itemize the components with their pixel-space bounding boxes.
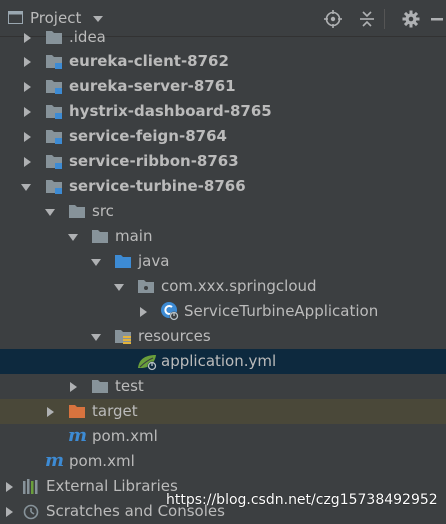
module-folder-icon bbox=[46, 180, 62, 194]
chevron-right-icon[interactable] bbox=[22, 157, 32, 167]
tree-label: eureka-client-8762 bbox=[69, 52, 229, 70]
tree-label: service-feign-8764 bbox=[69, 127, 227, 145]
tree-label: hystrix-dashboard-8765 bbox=[69, 102, 272, 120]
module-folder-icon bbox=[46, 130, 62, 144]
tree-row-package[interactable]: com.xxx.springcloud bbox=[0, 274, 446, 299]
tree-label: service-turbine-8766 bbox=[69, 177, 246, 195]
chevron-down-icon[interactable] bbox=[91, 257, 101, 267]
chevron-right-icon[interactable] bbox=[138, 307, 148, 317]
folder-icon bbox=[92, 230, 108, 243]
tree-row-application-yml[interactable]: application.yml bbox=[0, 349, 446, 374]
chevron-right-icon[interactable] bbox=[22, 82, 32, 92]
chevron-right-icon[interactable] bbox=[22, 132, 32, 142]
tree-row-eureka-client[interactable]: eureka-client-8762 bbox=[0, 49, 446, 74]
tree-row-main[interactable]: main bbox=[0, 224, 446, 249]
tree-row-app-class[interactable]: ServiceTurbineApplication bbox=[0, 299, 446, 324]
resources-folder-icon bbox=[115, 330, 131, 344]
source-folder-icon bbox=[115, 255, 131, 268]
tree-row-service-ribbon[interactable]: service-ribbon-8763 bbox=[0, 149, 446, 174]
chevron-down-icon[interactable] bbox=[45, 207, 55, 217]
tree-row-resources[interactable]: resources bbox=[0, 324, 446, 349]
module-folder-icon bbox=[46, 80, 62, 94]
chevron-down-icon[interactable] bbox=[114, 282, 124, 292]
tree-row-pom-module[interactable]: m pom.xml bbox=[0, 424, 446, 449]
module-folder-icon bbox=[46, 105, 62, 119]
module-folder-icon bbox=[46, 55, 62, 69]
tree-label: main bbox=[115, 227, 153, 245]
module-folder-icon bbox=[46, 155, 62, 169]
tree-row-src[interactable]: src bbox=[0, 199, 446, 224]
tree-row-service-turbine[interactable]: service-turbine-8766 bbox=[0, 174, 446, 199]
tree-row-pom-root[interactable]: m pom.xml bbox=[0, 449, 446, 474]
tree-label: com.xxx.springcloud bbox=[161, 277, 317, 295]
watermark-text: https://blog.csdn.net/czg15738492952 bbox=[166, 492, 438, 508]
tree-row-target[interactable]: target bbox=[0, 399, 446, 424]
chevron-right-icon[interactable] bbox=[68, 382, 78, 392]
chevron-down-icon[interactable] bbox=[68, 232, 78, 242]
spring-config-file-icon bbox=[138, 355, 157, 371]
tree-label: External Libraries bbox=[46, 477, 178, 495]
tree-row-service-feign[interactable]: service-feign-8764 bbox=[0, 124, 446, 149]
library-icon bbox=[23, 479, 38, 494]
chevron-right-icon[interactable] bbox=[4, 482, 14, 492]
chevron-right-icon[interactable] bbox=[22, 33, 32, 43]
chevron-right-icon[interactable] bbox=[22, 57, 32, 67]
project-icon bbox=[8, 11, 23, 24]
tree-row-eureka-server[interactable]: eureka-server-8761 bbox=[0, 74, 446, 99]
chevron-right-icon[interactable] bbox=[45, 407, 55, 417]
tree-row-idea[interactable]: .idea bbox=[0, 25, 446, 50]
chevron-right-icon[interactable] bbox=[22, 107, 32, 117]
package-icon bbox=[138, 280, 154, 293]
tree-label: application.yml bbox=[161, 352, 277, 370]
tree-label: test bbox=[115, 377, 144, 395]
tree-label: ServiceTurbineApplication bbox=[184, 302, 379, 320]
tree-row-test[interactable]: test bbox=[0, 374, 446, 399]
tree-label: pom.xml bbox=[69, 452, 135, 470]
maven-icon: m bbox=[45, 450, 65, 471]
tree-row-hystrix-dashboard[interactable]: hystrix-dashboard-8765 bbox=[0, 99, 446, 124]
chevron-down-icon[interactable] bbox=[91, 332, 101, 342]
excluded-folder-icon bbox=[69, 405, 85, 418]
tree-label: src bbox=[92, 202, 114, 220]
folder-icon bbox=[46, 31, 62, 44]
scratches-icon bbox=[23, 504, 39, 520]
tree-label: resources bbox=[138, 327, 211, 345]
tree-label: eureka-server-8761 bbox=[69, 77, 236, 95]
chevron-right-icon[interactable] bbox=[4, 507, 14, 517]
tree-label: pom.xml bbox=[92, 427, 158, 445]
tree-row-java[interactable]: java bbox=[0, 249, 446, 274]
tree-label: java bbox=[138, 252, 170, 270]
chevron-down-icon[interactable] bbox=[93, 16, 103, 22]
tree-label: service-ribbon-8763 bbox=[69, 152, 239, 170]
chevron-down-icon[interactable] bbox=[21, 182, 31, 192]
tree-label: target bbox=[92, 402, 138, 420]
folder-icon bbox=[69, 205, 85, 218]
tree-label: .idea bbox=[69, 28, 106, 46]
spring-boot-class-icon bbox=[161, 302, 179, 321]
folder-icon bbox=[92, 380, 108, 393]
maven-icon: m bbox=[68, 425, 88, 446]
